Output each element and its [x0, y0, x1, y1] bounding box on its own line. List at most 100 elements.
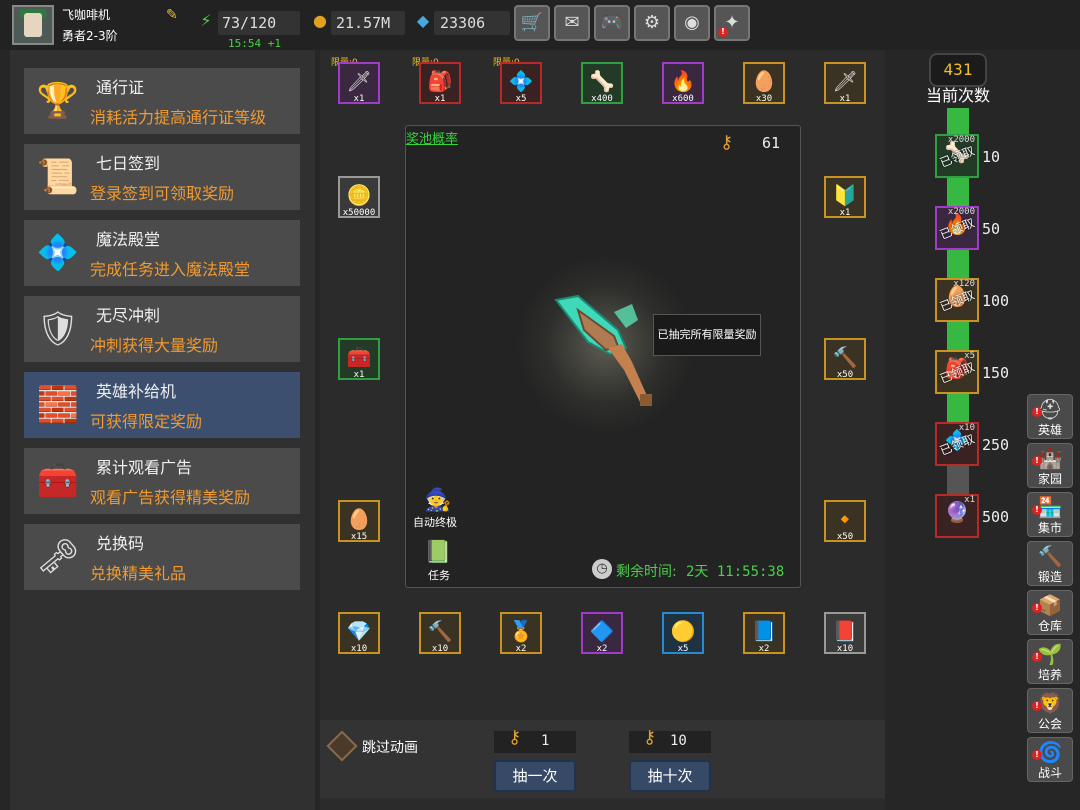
nav-label: 战斗: [1037, 766, 1062, 780]
milestone-reward[interactable]: 💠 x10 已领取: [935, 422, 979, 466]
menu-title: 魔法殿堂: [96, 230, 161, 249]
sword-icon: 🗡: [346, 69, 372, 93]
pool-probability-link[interactable]: 奖池概率: [406, 128, 458, 147]
reward-slot[interactable]: 🪙 x50000: [338, 176, 380, 218]
ore-icon: 💎: [346, 619, 372, 643]
reward-count: x5: [677, 644, 689, 654]
gold-value: 21.57M: [336, 14, 391, 32]
single-cost: 1: [541, 733, 550, 749]
coin-token-icon: 🟡: [670, 619, 696, 643]
milestone-reward[interactable]: 🔥 x2000 已领取: [935, 206, 979, 250]
nav-train[interactable]: 🌱 培养!: [1027, 639, 1073, 684]
progress-segment: [947, 108, 969, 136]
reward-slot[interactable]: 🔥 x600: [662, 62, 704, 104]
skip-animation-label[interactable]: 跳过动画: [362, 737, 418, 757]
key-count: 61: [762, 134, 781, 152]
menu-item-hero-supply[interactable]: 🧱 英雄补给机 可获得限定奖励: [24, 372, 300, 438]
shop-cart-icon[interactable]: 🛒: [514, 5, 550, 41]
reward-count: x1: [353, 94, 365, 104]
menu-item-magic-hall[interactable]: 💠 魔法殿堂 完成任务进入魔法殿堂: [24, 220, 300, 286]
draw-control-bar: [320, 720, 885, 798]
key-icon: 🗝: [36, 537, 80, 577]
reward-count: x400: [591, 94, 613, 104]
dagger-icon: 🗡: [832, 69, 858, 93]
menu-item-endless-sprint[interactable]: 🛡 无尽冲刺 冲刺获得大量奖励: [24, 296, 300, 362]
reward-slot[interactable]: 🗡 x1: [824, 62, 866, 104]
nav-guild[interactable]: 🦁 公会!: [1027, 688, 1073, 733]
reward-count: x600: [672, 94, 694, 104]
reward-slot[interactable]: 🥚 x30: [743, 62, 785, 104]
wizard-icon[interactable]: 🧙: [417, 488, 459, 516]
scepter-key-icon: ⚷: [508, 727, 522, 748]
nav-label: 集市: [1037, 521, 1062, 535]
gold-coin-icon: ●: [313, 11, 327, 30]
milestone-value: 150: [982, 364, 1010, 382]
alert-badge: !: [718, 27, 728, 37]
colorwheel-icon[interactable]: ◉: [674, 5, 710, 41]
reward-slot[interactable]: 🏅 x2: [500, 612, 542, 654]
tooltip: 已抽完所有限量奖励: [653, 314, 761, 356]
progress-segment: [947, 322, 969, 352]
sparkle-icon[interactable]: ✦!: [714, 5, 750, 41]
settings-gear-icon[interactable]: ⚙: [634, 5, 670, 41]
auto-ultimate-label[interactable]: 自动终极: [413, 514, 457, 530]
ten-cost: 10: [670, 733, 687, 749]
mail-icon[interactable]: ✉: [554, 5, 590, 41]
gem-icon: ◆: [416, 11, 430, 30]
reward-slot[interactable]: 📕 x10: [824, 612, 866, 654]
menu-item-pass[interactable]: 🏆 通行证 消耗活力提高通行证等级: [24, 68, 300, 134]
milestone-reward[interactable]: 🥚 x120 已领取: [935, 278, 979, 322]
menu-title: 英雄补给机: [96, 382, 177, 401]
crystal-icon: 💠: [36, 233, 80, 273]
reward-slot[interactable]: 🟡 x5: [662, 612, 704, 654]
nav-home[interactable]: 🏰 家园!: [1027, 443, 1073, 488]
reward-slot[interactable]: 🔷 x2: [581, 612, 623, 654]
reward-slot[interactable]: 🔨 x10: [419, 612, 461, 654]
reward-count: x10: [350, 644, 368, 654]
amber-shard-icon: 🔸: [832, 507, 858, 531]
milestone-reward[interactable]: 🎒 x5 已领取: [935, 350, 979, 394]
milestone-value: 50: [982, 220, 1001, 238]
nav-warehouse[interactable]: 📦 仓库!: [1027, 590, 1073, 635]
remaining-time-value: 2天 11:55:38: [686, 564, 785, 580]
draw-once-button[interactable]: 抽一次: [494, 760, 576, 792]
player-avatar[interactable]: [12, 5, 54, 45]
treasure-chest-icon: 🧰: [36, 461, 80, 501]
nav-battle[interactable]: 🌀 战斗!: [1027, 737, 1073, 782]
reward-count: x1: [839, 94, 851, 104]
menu-item-redeem-code[interactable]: 🗝 兑换码 兑换精美礼品: [24, 524, 300, 590]
alert-badge: !: [1032, 701, 1042, 711]
menu-item-ads[interactable]: 🧰 累计观看广告 观看广告获得精美奖励: [24, 448, 300, 514]
nav-market[interactable]: 🏪 集市!: [1027, 492, 1073, 537]
reward-slot[interactable]: 🦴 x400: [581, 62, 623, 104]
featured-sword-icon: [554, 294, 652, 406]
nav-hero[interactable]: ⛑ 英雄!: [1027, 394, 1073, 439]
menu-item-signin[interactable]: 📜 七日签到 登录签到可领取奖励: [24, 144, 300, 210]
menu-title: 无尽冲刺: [96, 306, 161, 325]
reward-slot[interactable]: 🔸 x50: [824, 500, 866, 542]
reward-slot[interactable]: 🗡 x1: [338, 62, 380, 104]
scroll-icon: 📜: [36, 157, 80, 197]
egg-icon: 🥚: [751, 69, 777, 93]
remaining-time-label: 剩余时间:: [616, 564, 677, 580]
edit-name-icon[interactable]: ✎: [166, 8, 180, 22]
hammer-icon: 🔨: [832, 345, 858, 369]
milestone-reward[interactable]: 🔮 x1: [935, 494, 979, 538]
reward-slot[interactable]: 🔰 x1: [824, 176, 866, 218]
reward-slot[interactable]: 🎒 x1: [419, 62, 461, 104]
hammer-icon: 🔨: [427, 619, 453, 643]
reward-slot[interactable]: 💠 x5: [500, 62, 542, 104]
nav-forge[interactable]: 🔨 锻造: [1027, 541, 1073, 586]
reward-slot[interactable]: 🥚 x15: [338, 500, 380, 542]
milestone-reward[interactable]: 🦴 x2000 已领取: [935, 134, 979, 178]
menu-desc: 观看广告获得精美奖励: [90, 488, 251, 507]
reward-slot[interactable]: 📘 x2: [743, 612, 785, 654]
reward-slot[interactable]: 💎 x10: [338, 612, 380, 654]
task-book-icon[interactable]: 📗: [420, 540, 456, 570]
reward-slot[interactable]: 🧰 x1: [338, 338, 380, 380]
task-label[interactable]: 任务: [428, 567, 450, 583]
reward-count: x50000: [342, 208, 376, 218]
reward-slot[interactable]: 🔨 x50: [824, 338, 866, 380]
gamepad-icon[interactable]: 🎮: [594, 5, 630, 41]
draw-ten-button[interactable]: 抽十次: [629, 760, 711, 792]
